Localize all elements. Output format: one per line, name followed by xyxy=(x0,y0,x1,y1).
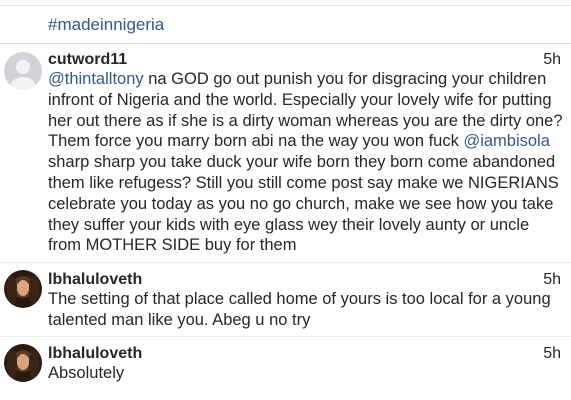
comment-item: cutword11 5h @thintalltony na GOD go out… xyxy=(0,44,571,264)
avatar-hair-shape xyxy=(7,350,17,378)
comment-item: lbhaluloveth 5h The setting of that plac… xyxy=(0,264,571,334)
avatar-face-shape xyxy=(17,280,29,296)
avatar-hair-shape xyxy=(29,276,39,304)
caption-row: #madeinnigeria xyxy=(0,6,571,44)
avatar-face-shape xyxy=(17,354,29,370)
avatar[interactable] xyxy=(4,270,42,308)
mention-link[interactable]: @thintalltony xyxy=(48,70,144,88)
comment-time: 5h xyxy=(543,271,561,288)
divider xyxy=(0,336,571,337)
comment-text: The setting of that place called home of… xyxy=(48,290,551,329)
comment-text-segment: sharp sharp you take duck your wife born… xyxy=(48,153,559,255)
hashtag-link[interactable]: #madeinnigeria xyxy=(48,14,164,36)
divider xyxy=(0,262,571,263)
comment-time: 5h xyxy=(543,51,561,68)
comment-text: Absolutely xyxy=(48,364,125,382)
comment-username[interactable]: lbhaluloveth xyxy=(48,344,142,364)
avatar[interactable] xyxy=(4,52,42,90)
avatar-body-shape xyxy=(10,77,36,90)
avatar[interactable] xyxy=(4,344,42,382)
comment-username[interactable]: lbhaluloveth xyxy=(48,270,142,290)
avatar-hair-shape xyxy=(7,276,17,304)
comment-text: @thintalltony na GOD go out punish you f… xyxy=(48,69,566,256)
comment-item: lbhaluloveth 5h Absolutely xyxy=(0,338,571,398)
mention-link[interactable]: @iambisola xyxy=(463,132,549,150)
comment-time: 5h xyxy=(543,345,561,362)
comment-username[interactable]: cutword11 xyxy=(48,50,127,70)
avatar-head-shape xyxy=(16,60,30,74)
avatar-hair-shape xyxy=(29,350,39,378)
